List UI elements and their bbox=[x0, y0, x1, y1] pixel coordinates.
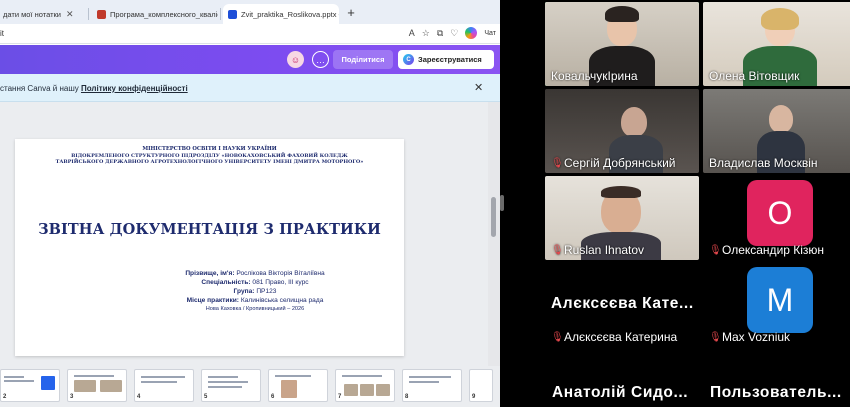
thumbnail-number: 5 bbox=[204, 394, 208, 400]
thumbnail-number: 2 bbox=[3, 394, 7, 400]
participant-tile[interactable]: Алєксєєва Кате... 🎙︎ Алєксєєва Катерина bbox=[545, 263, 699, 347]
thumbnail-number: 3 bbox=[70, 394, 74, 400]
share-button[interactable]: Поділитися bbox=[333, 50, 393, 69]
mic-off-icon: 🎙︎ bbox=[551, 331, 564, 343]
participant-name: КовальчукІрина bbox=[551, 69, 638, 83]
participant-name: Ruslan Ihnatov bbox=[564, 243, 645, 257]
thumbnail-number: 9 bbox=[472, 394, 476, 400]
close-icon[interactable]: ✕ bbox=[66, 9, 74, 20]
favorite-star-icon[interactable]: ☆ bbox=[422, 28, 430, 39]
split-screen-icon[interactable]: ⧉ bbox=[437, 28, 443, 39]
canva-header: ☺ … Поділитися C Зареєструватися bbox=[0, 45, 500, 74]
slide-label-specialty: Спеціальність: bbox=[201, 279, 251, 286]
address-text[interactable]: it bbox=[0, 29, 4, 38]
slide-thumbnail[interactable]: 7 bbox=[335, 369, 395, 402]
mic-off-icon: 🎙︎ bbox=[709, 331, 722, 343]
slide-value-place: Калинівська селищна рада bbox=[239, 297, 324, 304]
slide-title: ЗВІТНА ДОКУМЕНТАЦІЯ З ПРАКТИКИ bbox=[38, 221, 381, 238]
canva-logo-icon: C bbox=[403, 54, 414, 65]
slide-footer: Нова Каховка / Кропивницький – 2026 bbox=[205, 306, 305, 312]
participant-name: Max Vozniuk bbox=[722, 330, 791, 344]
privacy-policy-link[interactable]: Політику конфіденційності bbox=[81, 84, 188, 93]
participant-tile[interactable]: КовальчукІрина bbox=[545, 2, 699, 86]
mic-off-icon: 🎙︎ bbox=[709, 244, 722, 256]
participant-tile[interactable]: Олена Вітовщик bbox=[703, 2, 850, 86]
mic-off-icon: 🎙︎ bbox=[551, 157, 564, 169]
participant-name: Алєксєєва Катерина bbox=[564, 330, 678, 344]
slide-value-group: ПР123 bbox=[254, 288, 277, 295]
privacy-notice: стання Canva й нашу Політику конфіденцій… bbox=[0, 74, 500, 102]
slide-value-specialty: 081 Право, ІІІ курс bbox=[250, 279, 309, 286]
slide-info: Прізвище, ім'я: Рослікова Вікторія Вітал… bbox=[125, 269, 385, 314]
notice-close-icon[interactable]: ✕ bbox=[474, 81, 483, 94]
slide-ministry: МІНІСТЕРСТВО ОСВІТИ І НАУКИ УКРАЇНИ bbox=[142, 146, 277, 152]
panel-resize-handle[interactable] bbox=[500, 195, 504, 211]
vertical-scrollbar[interactable] bbox=[488, 102, 500, 372]
slide-institution: ВІДОКРЕМЛЕНОГО СТРУКТУРНОГО ПІДРОЗДІЛУ «… bbox=[55, 153, 364, 166]
user-avatar-icon[interactable]: ☺ bbox=[287, 51, 304, 68]
slide-thumbnail[interactable]: 3 bbox=[67, 369, 127, 402]
slide-thumbnail[interactable]: 5 bbox=[201, 369, 261, 402]
address-bar[interactable]: it A ☆ ⧉ ♡ Чат bbox=[0, 24, 500, 44]
register-label: Зареєструватися bbox=[418, 55, 482, 64]
slide-thumbnail[interactable]: 4 bbox=[134, 369, 194, 402]
avatar: M bbox=[747, 267, 813, 333]
slide-preview[interactable]: МІНІСТЕРСТВО ОСВІТИ І НАУКИ УКРАЇНИ ВІДО… bbox=[15, 139, 404, 356]
participant-display-name[interactable]: Пользователь... bbox=[710, 384, 842, 402]
participant-tile[interactable]: Владислав Москвін bbox=[703, 89, 850, 173]
tab-program[interactable]: Програма_комплексного_кваліф bbox=[92, 4, 218, 24]
slide-thumbnail[interactable]: 8 bbox=[402, 369, 462, 402]
comment-icon[interactable]: … bbox=[312, 51, 329, 68]
participant-name: Олена Вітовщик bbox=[709, 69, 800, 83]
tab-bar: дати мої нотатки ✕ Програма_комплексного… bbox=[0, 0, 500, 24]
participant-name: Олександир Кізюн bbox=[722, 243, 825, 257]
participant-tile[interactable]: О 🎙︎ Олександир Кізюн bbox=[703, 176, 850, 260]
thumbnail-number: 8 bbox=[405, 394, 409, 400]
tab-presentation[interactable]: Zvit_praktika_Roslikova.pptx - Пре bbox=[223, 4, 339, 24]
slide-label-name: Прізвище, ім'я: bbox=[185, 270, 235, 277]
tab-program-label: Програма_комплексного_кваліф bbox=[110, 9, 218, 19]
notice-text: стання Canva й нашу bbox=[0, 84, 81, 93]
participant-name: Владислав Москвін bbox=[709, 156, 818, 170]
thumbnail-number: 7 bbox=[338, 394, 342, 400]
participant-name: Сергій Добрянський bbox=[564, 156, 676, 170]
participant-tile[interactable]: 🎙︎ Сергій Добрянський bbox=[545, 89, 699, 173]
participant-display-name: Алєксєєва Кате... bbox=[551, 295, 694, 312]
read-aloud-icon[interactable]: A bbox=[409, 28, 415, 38]
tab-notes[interactable]: дати мої нотатки ✕ bbox=[0, 4, 84, 24]
slide-label-place: Місце практики: bbox=[186, 297, 239, 304]
browser-window: дати мої нотатки ✕ Програма_комплексного… bbox=[0, 0, 500, 407]
pdf-icon bbox=[97, 9, 106, 19]
participant-tile[interactable]: 🎙︎ Ruslan Ihnatov bbox=[545, 176, 699, 260]
new-tab-button[interactable]: + bbox=[344, 5, 358, 20]
avatar: О bbox=[747, 180, 813, 246]
tab-notes-label: дати мої нотатки bbox=[3, 9, 61, 19]
editor-canvas: МІНІСТЕРСТВО ОСВІТИ І НАУКИ УКРАЇНИ ВІДО… bbox=[0, 102, 500, 407]
tab-presentation-label: Zvit_praktika_Roslikova.pptx - Пре bbox=[241, 9, 339, 19]
participant-tile[interactable]: M 🎙︎ Max Vozniuk bbox=[703, 263, 850, 347]
mic-off-icon: 🎙︎ bbox=[551, 244, 564, 256]
register-button[interactable]: C Зареєструватися bbox=[398, 50, 494, 69]
thumbnail-number: 6 bbox=[271, 394, 275, 400]
slide-thumbnail[interactable]: 9 bbox=[469, 369, 493, 402]
slide-label-group: Група: bbox=[233, 288, 255, 295]
slide-value-name: Рослікова Вікторія Віталіївна bbox=[234, 270, 325, 277]
slide-thumbnail[interactable]: 6 bbox=[268, 369, 328, 402]
presentation-icon bbox=[228, 9, 237, 19]
thumbnail-number: 4 bbox=[137, 394, 141, 400]
scrollbar-thumb[interactable] bbox=[491, 197, 496, 237]
slide-thumbnail[interactable]: 2 bbox=[0, 369, 60, 402]
chat-label[interactable]: Чат bbox=[484, 30, 496, 37]
slide-thumbnail-strip: 2 3 4 5 6 7 8 9 bbox=[0, 366, 500, 407]
collections-icon[interactable]: ♡ bbox=[450, 28, 458, 39]
participant-display-name[interactable]: Анатолій Сидо... bbox=[552, 384, 688, 402]
copilot-icon[interactable] bbox=[465, 27, 478, 39]
